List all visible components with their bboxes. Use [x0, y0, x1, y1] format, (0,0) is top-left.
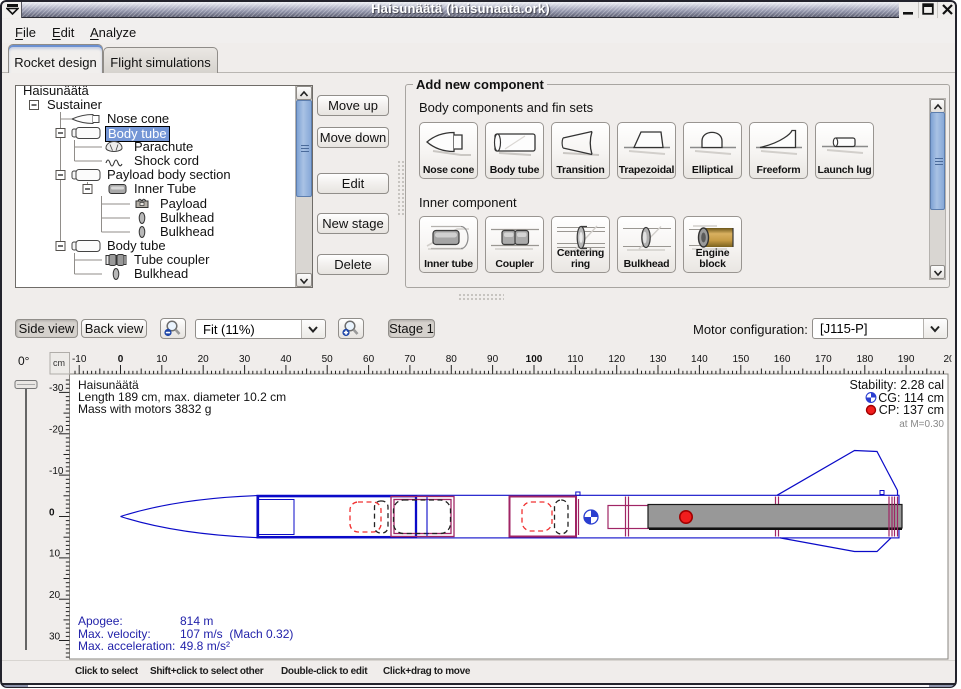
- svg-text:30: 30: [49, 631, 61, 642]
- svg-text:-10: -10: [72, 354, 87, 365]
- svg-text:20: 20: [198, 354, 210, 365]
- svg-text:-10: -10: [49, 466, 64, 477]
- svg-text:cm: cm: [53, 358, 65, 368]
- svg-text:90: 90: [487, 354, 499, 365]
- svg-text:-30: -30: [49, 383, 64, 394]
- svg-text:10: 10: [156, 354, 168, 365]
- svg-text:100: 100: [526, 354, 543, 365]
- svg-text:30: 30: [239, 354, 251, 365]
- svg-text:170: 170: [815, 354, 832, 365]
- svg-text:-20: -20: [49, 425, 64, 436]
- svg-text:0: 0: [49, 507, 55, 518]
- svg-text:160: 160: [774, 354, 791, 365]
- svg-text:20: 20: [49, 590, 61, 601]
- svg-text:120: 120: [608, 354, 625, 365]
- svg-text:200: 200: [944, 354, 957, 365]
- svg-text:10: 10: [49, 549, 61, 560]
- svg-text:130: 130: [650, 354, 667, 365]
- svg-text:110: 110: [567, 354, 583, 365]
- svg-text:50: 50: [322, 354, 334, 365]
- svg-text:140: 140: [691, 354, 708, 365]
- svg-text:0: 0: [118, 354, 124, 365]
- svg-text:80: 80: [446, 354, 458, 365]
- svg-text:0°: 0°: [18, 354, 30, 368]
- svg-text:180: 180: [856, 354, 873, 365]
- svg-text:60: 60: [363, 354, 375, 365]
- svg-text:150: 150: [732, 354, 749, 365]
- svg-text:190: 190: [898, 354, 915, 365]
- svg-text:70: 70: [404, 354, 416, 365]
- svg-text:40: 40: [280, 354, 292, 365]
